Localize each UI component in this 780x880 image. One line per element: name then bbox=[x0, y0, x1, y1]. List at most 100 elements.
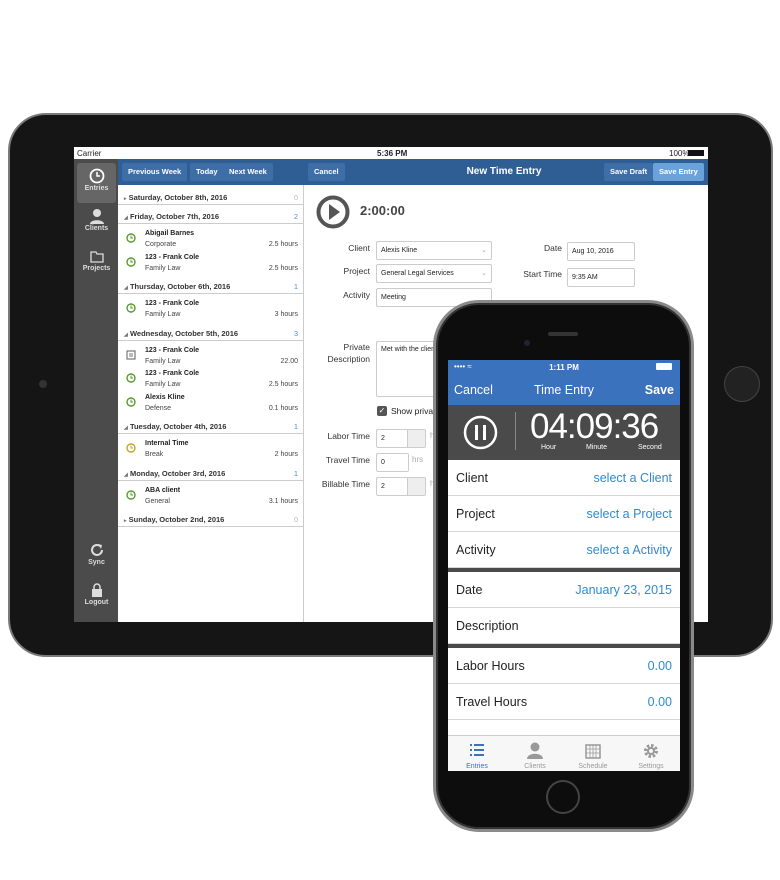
calculator-icon[interactable] bbox=[407, 478, 425, 495]
sidebar-item-label: Entries bbox=[84, 185, 109, 192]
travel-time-input[interactable]: 0 bbox=[376, 453, 409, 472]
travel-unit: hrs bbox=[412, 455, 424, 464]
triangle-right-icon: ▸ bbox=[124, 518, 127, 524]
project-value: General Legal Services bbox=[381, 270, 454, 277]
billable-time-input[interactable]: 2 bbox=[376, 477, 426, 496]
field-row-date[interactable]: Date January 23, 2015 bbox=[448, 572, 680, 608]
day-header[interactable]: ◢ Thursday, October 6th, 2016 1 bbox=[118, 280, 304, 294]
field-value[interactable]: select a Activity bbox=[587, 532, 672, 568]
list-item[interactable]: 123 - Frank Cole Family Law 2.5 hours bbox=[118, 254, 304, 278]
logout-button[interactable]: Logout bbox=[77, 577, 116, 617]
field-row-travel-hours[interactable]: Travel Hours 0.00 bbox=[448, 684, 680, 720]
field-label: Project bbox=[456, 507, 495, 521]
triangle-right-icon: ▸ bbox=[124, 196, 127, 202]
list-item[interactable]: 123 - Frank Cole Family Law 2.5 hours bbox=[118, 370, 304, 394]
date-input[interactable]: Aug 10, 2016 bbox=[567, 242, 635, 261]
calendar-icon bbox=[585, 744, 601, 759]
labor-time-label: Labor Time bbox=[327, 431, 370, 441]
divider bbox=[515, 412, 516, 450]
tablet-home-button[interactable] bbox=[724, 366, 760, 402]
field-value[interactable]: 0.00 bbox=[648, 648, 672, 684]
day-label: Monday, October 3rd, 2016 bbox=[129, 468, 226, 478]
labor-time-input[interactable]: 2 bbox=[376, 429, 426, 448]
field-row-activity[interactable]: Activity select a Activity bbox=[448, 532, 680, 568]
save-entry-button[interactable]: Save Entry bbox=[653, 163, 704, 181]
sidebar-item-clients[interactable]: Clients bbox=[77, 203, 116, 243]
list-item[interactable]: Internal Time Break 2 hours bbox=[118, 440, 304, 464]
today-button[interactable]: Today bbox=[190, 163, 224, 181]
previous-week-button[interactable]: Previous Week bbox=[122, 163, 188, 181]
entry-hours: 3 hours bbox=[274, 311, 298, 318]
field-label: Activity bbox=[456, 543, 496, 557]
chevron-down-icon: ⌄ bbox=[481, 270, 487, 277]
tab-settings[interactable]: Settings bbox=[622, 736, 680, 771]
second-label: Second bbox=[638, 444, 662, 451]
field-row-project[interactable]: Project select a Project bbox=[448, 496, 680, 532]
project-select[interactable]: General Legal Services ⌄ bbox=[376, 264, 492, 283]
triangle-down-icon: ◢ bbox=[124, 331, 128, 338]
list-item[interactable]: 123 - Frank Cole Family Law 3 hours bbox=[118, 300, 304, 324]
clock-icon bbox=[126, 396, 136, 407]
list-item[interactable]: Abigail Barnes Corporate 2.5 hours bbox=[118, 230, 304, 254]
field-value[interactable]: 0.00 bbox=[648, 684, 672, 720]
start-time-input[interactable]: 9:35 AM bbox=[567, 268, 635, 287]
list-item[interactable]: 123 - Frank Cole Family Law 22.00 bbox=[118, 347, 304, 371]
tab-entries[interactable]: Entries bbox=[448, 736, 506, 771]
field-value[interactable]: select a Client bbox=[593, 460, 672, 496]
private-description-label: Private Description bbox=[327, 342, 370, 364]
battery-percent: 100% bbox=[669, 149, 690, 158]
cancel-button[interactable]: Cancel bbox=[308, 163, 345, 181]
tab-schedule[interactable]: Schedule bbox=[564, 736, 622, 771]
day-header[interactable]: ◢ Monday, October 3rd, 2016 1 bbox=[118, 467, 304, 481]
triangle-down-icon: ◢ bbox=[124, 471, 128, 478]
sidebar-item-entries[interactable]: Entries bbox=[77, 163, 116, 203]
day-header[interactable]: ◢ Tuesday, October 4th, 2016 1 bbox=[118, 420, 304, 434]
day-count: 1 bbox=[293, 282, 298, 291]
clock-icon bbox=[126, 373, 136, 383]
day-count: 0 bbox=[293, 515, 298, 524]
entry-client: 123 - Frank Cole bbox=[145, 370, 200, 377]
next-week-button[interactable]: Next Week bbox=[223, 163, 273, 181]
entry-client: Alexis Kline bbox=[145, 393, 185, 401]
play-icon[interactable] bbox=[316, 195, 350, 229]
entry-project: Break bbox=[145, 451, 164, 458]
show-private-checkbox[interactable]: ✓ bbox=[377, 406, 387, 416]
field-value[interactable]: January 23, 2015 bbox=[575, 572, 672, 608]
tab-clients[interactable]: Clients bbox=[506, 736, 564, 771]
field-value[interactable]: select a Project bbox=[587, 496, 672, 532]
pause-icon[interactable] bbox=[463, 415, 498, 450]
day-header[interactable]: ◢ Friday, October 7th, 2016 2 bbox=[118, 210, 304, 224]
day-header[interactable]: ▸ Saturday, October 8th, 2016 0 bbox=[118, 191, 304, 205]
day-header[interactable]: ◢ Wednesday, October 5th, 2016 3 bbox=[118, 327, 304, 341]
save-button[interactable]: Save bbox=[645, 383, 674, 397]
day-header[interactable]: ▸ Sunday, October 2nd, 2016 0 bbox=[118, 513, 304, 527]
folder-icon bbox=[89, 251, 104, 263]
phone-home-button[interactable] bbox=[546, 780, 580, 814]
field-label: Labor Hours bbox=[456, 659, 525, 673]
activity-label: Activity bbox=[343, 290, 370, 300]
field-row-labor-hours[interactable]: Labor Hours 0.00 bbox=[448, 648, 680, 684]
client-label: Client bbox=[348, 243, 370, 253]
calculator-icon[interactable] bbox=[407, 430, 425, 447]
sidebar: Entries Clients Projects Sync Logout bbox=[74, 159, 118, 622]
sidebar-item-label: Sync bbox=[88, 559, 105, 566]
entry-project: Family Law bbox=[145, 264, 181, 272]
client-select[interactable]: Alexis Kline ⌄ bbox=[376, 241, 492, 260]
sync-button[interactable]: Sync bbox=[77, 537, 116, 577]
day-count: 3 bbox=[293, 328, 298, 338]
phone-camera bbox=[524, 340, 530, 346]
list-item[interactable]: ABA client General 3.1 hours bbox=[118, 487, 304, 511]
sidebar-item-label: Projects bbox=[82, 265, 111, 272]
field-row-client[interactable]: Client select a Client bbox=[448, 460, 680, 496]
day-label: Tuesday, October 4th, 2016 bbox=[129, 422, 227, 431]
entry-hours: 2 hours bbox=[274, 451, 298, 458]
triangle-down-icon: ◢ bbox=[124, 425, 128, 431]
entry-client: 123 - Frank Cole bbox=[145, 300, 200, 307]
status-bar: Carrier 5:36 PM 100% bbox=[74, 147, 708, 159]
save-draft-button[interactable]: Save Draft bbox=[604, 163, 654, 181]
sidebar-item-projects[interactable]: Projects bbox=[77, 243, 116, 283]
entry-project: Corporate bbox=[145, 241, 177, 248]
list-item[interactable]: Alexis Kline Defense 0.1 hours bbox=[118, 394, 304, 418]
entry-project: Family Law bbox=[145, 381, 181, 388]
field-row-description[interactable]: Description bbox=[448, 608, 680, 644]
